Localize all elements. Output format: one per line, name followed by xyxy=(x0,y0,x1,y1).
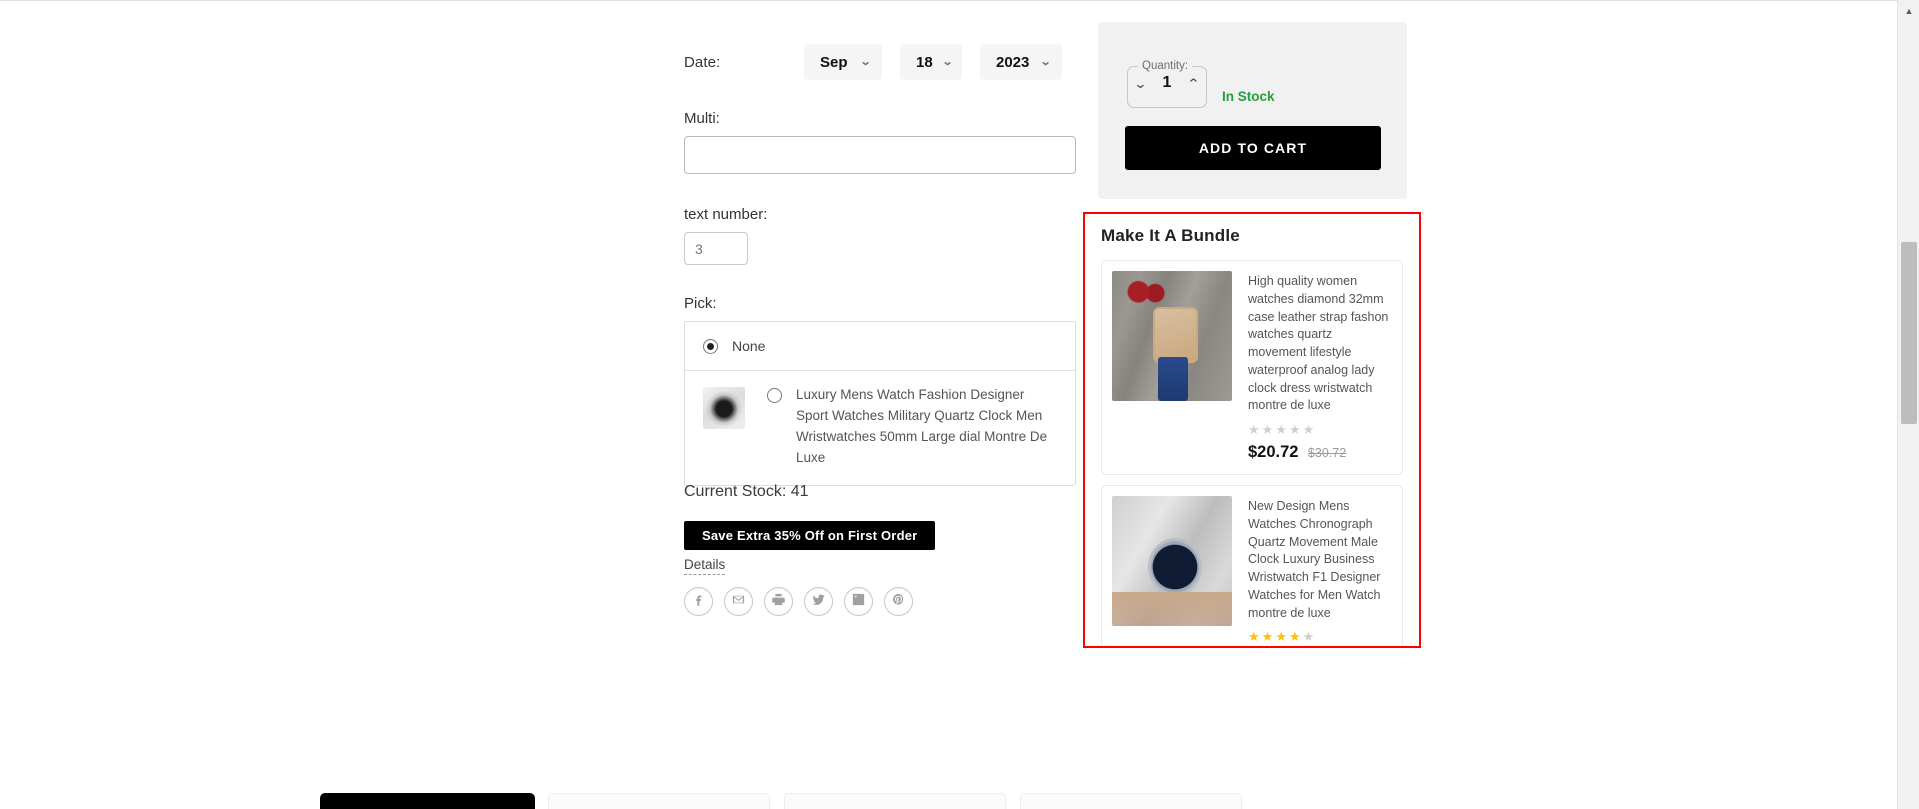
chevron-down-icon: ⌄ xyxy=(1039,55,1052,68)
star-icon: ★ xyxy=(1261,422,1276,437)
date-day-select[interactable]: 18 ⌄ xyxy=(900,44,962,80)
pinterest-share-button[interactable] xyxy=(884,587,913,616)
bundle-item-rating-stars: ★★★★★ xyxy=(1248,630,1392,643)
email-icon xyxy=(731,592,746,612)
bundle-item-description: High quality women watches diamond 32mm … xyxy=(1248,274,1389,413)
multi-textarea[interactable] xyxy=(684,136,1076,174)
star-icon: ★ xyxy=(1275,629,1289,645)
bundle-item-original-price: $30.72 xyxy=(1307,446,1347,460)
make-it-a-bundle-panel: Make It A Bundle High quality women watc… xyxy=(1083,212,1421,648)
pick-option-thumbnail xyxy=(703,387,745,429)
star-icon: ★ xyxy=(1288,422,1303,437)
tab-stub[interactable] xyxy=(1020,793,1242,809)
text-number-field-group: text number: xyxy=(684,206,767,265)
pick-label: Pick: xyxy=(684,295,717,312)
pick-option-product-label: Luxury Mens Watch Fashion Designer Sport… xyxy=(796,387,1048,465)
quantity-increase-button[interactable]: ⌃ xyxy=(1187,77,1201,90)
product-options-page: Date: Sep ⌄ 18 ⌄ 2023 ⌄ Multi: text numb… xyxy=(0,0,1919,809)
bundle-title: Make It A Bundle xyxy=(1101,226,1240,245)
print-icon xyxy=(771,592,786,612)
pinterest-icon xyxy=(891,592,906,612)
scroll-up-arrow-icon[interactable]: ▲ xyxy=(1898,3,1919,19)
bundle-item-info: High quality women watches diamond 32mm … xyxy=(1248,271,1392,462)
date-year-select[interactable]: 2023 ⌄ xyxy=(980,44,1062,80)
cart-panel: Quantity: ⌄ 1 ⌃ In Stock ADD TO CART xyxy=(1098,22,1407,199)
date-year-value: 2023 xyxy=(996,53,1030,71)
linkedin-share-button[interactable] xyxy=(844,587,873,616)
linkedin-icon xyxy=(851,592,866,612)
quantity-legend: Quantity: xyxy=(1142,60,1189,72)
text-number-input[interactable] xyxy=(684,232,748,265)
twitter-icon xyxy=(811,592,826,612)
pick-option-none-label: None xyxy=(732,338,766,354)
pick-field-group: Pick: None Luxury Mens Watch Fashion Des… xyxy=(684,295,1076,486)
tab-stub[interactable] xyxy=(784,793,1006,809)
add-to-cart-button[interactable]: ADD TO CART xyxy=(1125,126,1381,170)
stock-status-badge: In Stock xyxy=(1222,89,1275,104)
page-top-divider xyxy=(0,0,1897,1)
radio-icon[interactable] xyxy=(703,338,718,354)
star-icon: ★ xyxy=(1275,422,1289,437)
date-day-value: 18 xyxy=(916,53,933,71)
details-link[interactable]: Details xyxy=(684,557,726,575)
tab-stub[interactable] xyxy=(548,793,770,809)
bundle-item-description: New Design Mens Watches Chronograph Quar… xyxy=(1248,499,1381,620)
star-icon: ★ xyxy=(1248,422,1262,437)
pick-options-box: None Luxury Mens Watch Fashion Designer … xyxy=(684,321,1076,486)
social-share-row xyxy=(684,587,913,616)
bundle-item-card[interactable]: High quality women watches diamond 32mm … xyxy=(1101,260,1403,475)
bundle-item-image xyxy=(1112,271,1232,401)
pick-option-product[interactable]: Luxury Mens Watch Fashion Designer Sport… xyxy=(685,370,1075,485)
radio-icon[interactable] xyxy=(767,388,782,403)
star-icon: ★ xyxy=(1302,629,1317,645)
quantity-stepper-inner: ⌄ 1 ⌃ xyxy=(1128,68,1206,98)
star-icon: ★ xyxy=(1288,629,1303,645)
date-label: Date: xyxy=(684,53,721,71)
date-month-select[interactable]: Sep ⌄ xyxy=(804,44,882,80)
bundle-item-price-row: $20.72 $30.72 xyxy=(1248,443,1392,462)
multi-field-group: Multi: xyxy=(684,110,1076,174)
star-icon: ★ xyxy=(1302,422,1317,437)
text-number-label: text number: xyxy=(684,206,768,223)
current-stock-text: Current Stock: 41 xyxy=(684,483,809,500)
twitter-share-button[interactable] xyxy=(804,587,833,616)
bundle-item-price: $20.72 xyxy=(1248,443,1299,461)
quantity-stepper[interactable]: Quantity: ⌄ 1 ⌃ xyxy=(1127,60,1207,108)
promo-banner[interactable]: Save Extra 35% Off on First Order xyxy=(684,521,936,550)
quantity-value[interactable]: 1 xyxy=(1163,74,1172,92)
email-share-button[interactable] xyxy=(724,587,753,616)
page-scrollbar[interactable]: ▲ xyxy=(1897,0,1919,809)
star-icon: ★ xyxy=(1248,629,1262,645)
date-month-value: Sep xyxy=(820,53,848,71)
pick-option-none[interactable]: None xyxy=(685,322,1075,370)
scrollbar-thumb[interactable] xyxy=(1901,242,1917,424)
star-icon: ★ xyxy=(1261,629,1276,645)
multi-label: Multi: xyxy=(684,110,720,127)
bottom-tab-strip xyxy=(0,793,1897,809)
facebook-share-button[interactable] xyxy=(684,587,713,616)
bundle-item-image xyxy=(1112,496,1232,626)
bundle-item-rating-stars: ★★★★★ xyxy=(1248,423,1392,436)
facebook-icon xyxy=(691,592,706,612)
bundle-item-card[interactable]: New Design Mens Watches Chronograph Quar… xyxy=(1101,485,1403,646)
quantity-decrease-button[interactable]: ⌄ xyxy=(1134,77,1148,90)
chevron-down-icon: ⌄ xyxy=(859,55,872,68)
chevron-down-icon: ⌄ xyxy=(941,55,954,68)
tab-stub-active[interactable] xyxy=(320,793,535,809)
print-button[interactable] xyxy=(764,587,793,616)
bundle-item-info: New Design Mens Watches Chronograph Quar… xyxy=(1248,496,1392,646)
